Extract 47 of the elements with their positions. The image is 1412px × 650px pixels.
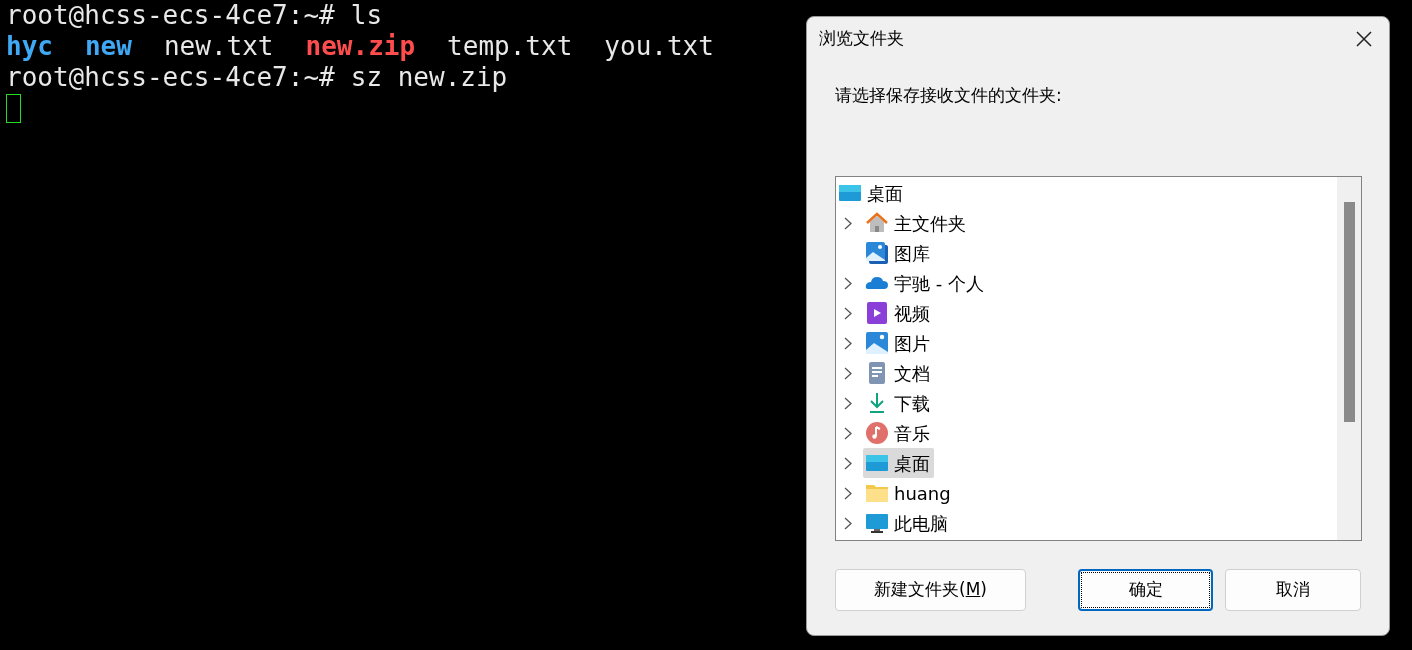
chevron-icon[interactable] <box>844 516 852 530</box>
window-title: 浏览文件夹 <box>819 27 904 51</box>
command-text: ls <box>350 0 383 31</box>
scrollbar-thumb[interactable] <box>1343 202 1355 422</box>
command-text: sz new.zip <box>350 62 508 93</box>
file-name: new.zip <box>305 31 416 62</box>
tree-item[interactable]: 宇驰 - 个人 <box>863 268 988 298</box>
tree-item[interactable]: 图库 <box>863 238 934 268</box>
tree-item[interactable]: 桌面 <box>836 178 907 208</box>
chevron-icon[interactable] <box>844 276 852 290</box>
chevron-icon[interactable] <box>844 306 852 320</box>
file-name: new <box>84 31 132 62</box>
tree-item[interactable]: 图片 <box>863 328 934 358</box>
scrollbar[interactable] <box>1337 177 1361 540</box>
image-icon <box>865 241 889 265</box>
shell-prompt: root@hcss-ecs-4ce7:~# <box>6 62 335 93</box>
dialog-button[interactable]: 新建文件夹(M) <box>835 569 1026 611</box>
tree-item[interactable]: 视频 <box>863 298 934 328</box>
chevron-icon[interactable] <box>844 366 852 380</box>
close-icon <box>1356 31 1372 47</box>
dialog-button[interactable]: 确定 <box>1078 569 1213 611</box>
tree-item[interactable]: 音乐 <box>863 418 934 448</box>
chevron-icon[interactable] <box>844 426 852 440</box>
file-name: temp.txt <box>447 31 573 62</box>
prompt-text: 请选择保存接收文件的文件夹: <box>835 85 1062 105</box>
image-icon <box>865 331 889 355</box>
tree-item[interactable]: 下载 <box>863 388 934 418</box>
chevron-icon[interactable] <box>844 456 852 470</box>
shell-prompt: root@hcss-ecs-4ce7:~# <box>6 0 335 31</box>
house-icon <box>865 211 889 235</box>
video-icon <box>865 301 889 325</box>
tree-item[interactable]: 文档 <box>863 358 934 388</box>
chevron-icon[interactable] <box>844 486 852 500</box>
file-name: hyc <box>6 31 53 62</box>
chevron-icon[interactable] <box>844 396 852 410</box>
tree-item[interactable]: 桌面 <box>863 448 934 478</box>
dialog-button[interactable]: 取消 <box>1225 569 1361 611</box>
tree-item[interactable]: 此电脑 <box>863 508 952 538</box>
file-name: new.txt <box>163 31 274 62</box>
music-icon <box>865 421 889 445</box>
chevron-icon[interactable] <box>844 216 852 230</box>
tree-item[interactable]: huang <box>863 478 955 508</box>
monitor-icon <box>865 511 889 535</box>
terminal-cursor <box>6 94 21 123</box>
tree-item[interactable]: 主文件夹 <box>863 208 970 238</box>
file-name: you.txt <box>604 31 714 62</box>
chevron-icon[interactable] <box>844 336 852 350</box>
